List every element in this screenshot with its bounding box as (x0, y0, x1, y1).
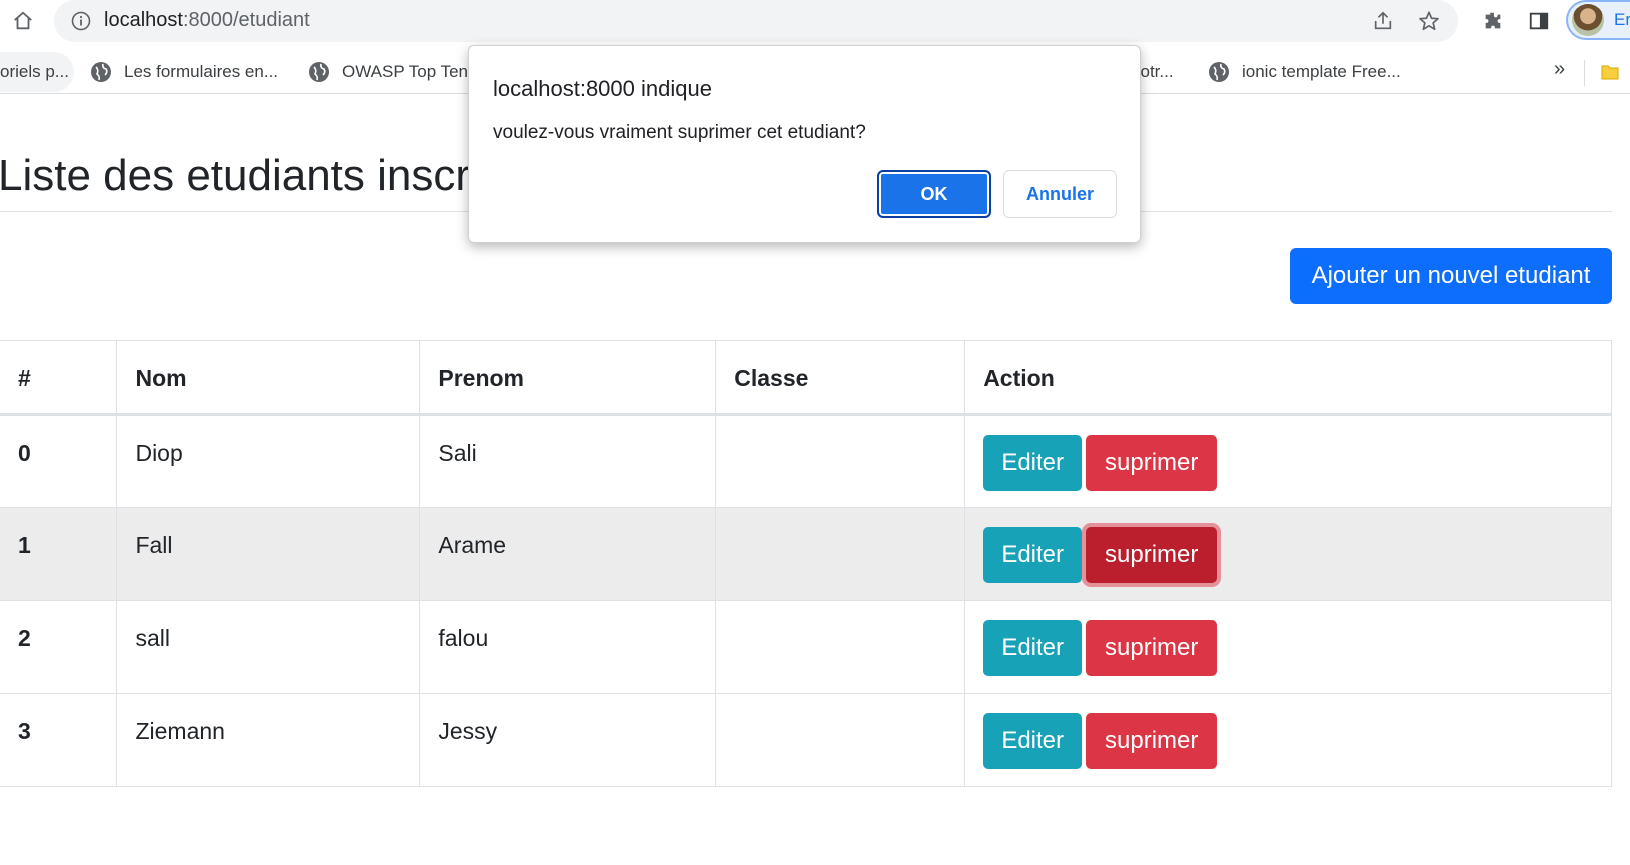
bookmark-label: oriels p... (0, 62, 69, 81)
delete-button[interactable]: suprimer (1086, 620, 1218, 676)
extensions-icon[interactable] (1478, 6, 1508, 36)
cancel-button[interactable]: Annuler (1003, 170, 1117, 218)
edit-button[interactable]: Editer (983, 713, 1083, 769)
dialog-title: localhost:8000 indique (493, 76, 712, 101)
cell-nom: Diop (116, 414, 421, 508)
bookmarks-divider (1584, 60, 1585, 86)
globe-icon (1208, 61, 1230, 83)
bookmark-item[interactable]: OWASP Top Ten (308, 50, 468, 94)
cell-id: 2 (0, 600, 118, 694)
column-header-classe: Classe (715, 340, 966, 416)
table-row: 1 Fall Arame Editer suprimer (0, 507, 1612, 601)
folder-icon[interactable] (1600, 62, 1620, 82)
table-row: 3 Ziemann Jessy Editer suprimer (0, 693, 1612, 787)
url-path: :8000/etudiant (182, 9, 310, 31)
cell-classe (715, 507, 966, 601)
delete-button[interactable]: suprimer (1086, 435, 1218, 491)
delete-button[interactable]: suprimer (1086, 713, 1218, 769)
bookmark-item[interactable]: oriels p... (0, 50, 69, 94)
cell-nom: Fall (116, 507, 421, 601)
profile-button[interactable]: Er (1566, 0, 1630, 40)
cell-actions: Editer suprimer (964, 414, 1612, 508)
ok-button[interactable]: OK (877, 170, 991, 218)
bookmark-item[interactable]: ionic template Free... (1208, 50, 1401, 94)
cell-prenom: Jessy (419, 693, 717, 787)
bookmark-label: OWASP Top Ten (342, 62, 468, 81)
cell-nom: sall (116, 600, 421, 694)
edit-button[interactable]: Editer (983, 620, 1083, 676)
share-icon[interactable] (1370, 8, 1396, 34)
confirm-dialog: localhost:8000 indique voulez-vous vraim… (468, 45, 1141, 243)
browser-toolbar: localhost:8000/etudiant Er (0, 0, 1630, 44)
cell-id: 3 (0, 693, 118, 787)
side-panel-icon[interactable] (1524, 6, 1554, 36)
cell-classe (715, 693, 966, 787)
page-title: Liste des etudiants inscrits (0, 151, 515, 200)
table-row: 2 sall falou Editer suprimer (0, 600, 1612, 694)
address-bar[interactable]: localhost:8000/etudiant (54, 0, 1458, 42)
avatar (1572, 4, 1604, 36)
url-text[interactable]: localhost:8000/etudiant (104, 9, 310, 31)
info-icon[interactable] (70, 10, 92, 32)
students-table: # Nom Prenom Classe Action 0 Diop Sali E… (0, 340, 1612, 787)
more-bookmarks-button[interactable]: » (1554, 58, 1565, 81)
add-student-button[interactable]: Ajouter un nouvel etudiant (1290, 248, 1612, 304)
cell-prenom: Sali (419, 414, 717, 508)
cell-id: 0 (0, 414, 118, 508)
bookmark-item[interactable]: Les formulaires en... (90, 50, 278, 94)
cell-nom: Ziemann (116, 693, 421, 787)
cell-actions: Editer suprimer (964, 507, 1612, 601)
cell-prenom: falou (419, 600, 717, 694)
cell-classe (715, 414, 966, 508)
profile-label: Er (1614, 10, 1630, 29)
home-icon[interactable] (8, 6, 38, 36)
delete-button[interactable]: suprimer (1086, 527, 1218, 583)
bookmark-label: ionic template Free... (1242, 62, 1401, 81)
cell-prenom: Arame (419, 507, 717, 601)
edit-button[interactable]: Editer (983, 435, 1083, 491)
table-row: 0 Diop Sali Editer suprimer (0, 414, 1612, 508)
cell-classe (715, 600, 966, 694)
column-header-nom: Nom (116, 340, 421, 416)
url-host: localhost (104, 9, 183, 31)
column-header-prenom: Prenom (419, 340, 717, 416)
dialog-message: voulez-vous vraiment suprimer cet etudia… (493, 122, 866, 143)
bookmark-label: Les formulaires en... (124, 62, 279, 81)
table-header-row: # Nom Prenom Classe Action (0, 340, 1612, 416)
cell-id: 1 (0, 507, 118, 601)
column-header-action: Action (964, 340, 1612, 416)
star-icon[interactable] (1416, 8, 1442, 34)
cell-actions: Editer suprimer (964, 693, 1612, 787)
edit-button[interactable]: Editer (983, 527, 1083, 583)
globe-icon (90, 61, 112, 83)
cell-actions: Editer suprimer (964, 600, 1612, 694)
column-header-number: # (0, 340, 118, 416)
globe-icon (308, 61, 330, 83)
